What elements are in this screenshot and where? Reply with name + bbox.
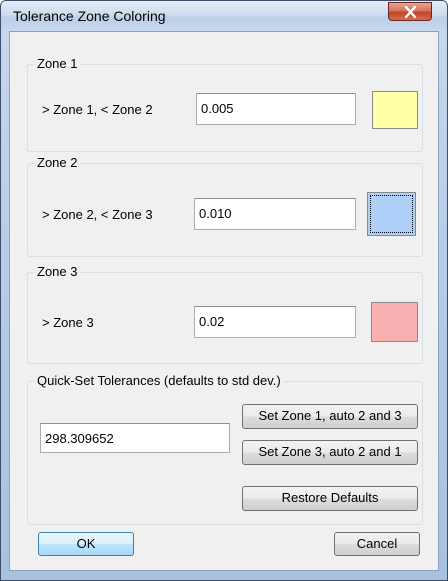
close-button[interactable] (388, 2, 432, 21)
zone1-group: Zone 1 > Zone 1, < Zone 2 0.005 (27, 56, 423, 152)
quickset-input[interactable]: 298.309652 (40, 423, 230, 453)
zone1-color-swatch[interactable] (372, 91, 418, 129)
zone3-group: Zone 3 > Zone 3 0.02 (27, 264, 423, 364)
quickset-legend: Quick-Set Tolerances (defaults to std de… (34, 373, 284, 388)
cancel-button[interactable]: Cancel (334, 532, 420, 556)
close-icon (404, 6, 417, 18)
restore-defaults-button[interactable]: Restore Defaults (242, 486, 418, 511)
zone1-label: > Zone 1, < Zone 2 (42, 102, 153, 117)
set-zone1-button[interactable]: Set Zone 1, auto 2 and 3 (242, 404, 418, 429)
dialog-client-area: Zone 1 > Zone 1, < Zone 2 0.005 Zone 2 >… (9, 31, 439, 571)
zone2-label: > Zone 2, < Zone 3 (42, 207, 153, 222)
zone2-legend: Zone 2 (34, 155, 81, 170)
ok-button[interactable]: OK (38, 532, 134, 556)
zone1-legend: Zone 1 (34, 56, 81, 71)
zone3-label: > Zone 3 (42, 315, 94, 330)
zone2-group: Zone 2 > Zone 2, < Zone 3 0.010 (27, 155, 423, 257)
title-bar[interactable]: Tolerance Zone Coloring (1, 1, 447, 31)
set-zone3-button[interactable]: Set Zone 3, auto 2 and 1 (242, 440, 418, 465)
zone2-input[interactable]: 0.010 (194, 198, 356, 230)
zone2-color-swatch[interactable] (367, 192, 416, 236)
dialog-window: Tolerance Zone Coloring Zone 1 > Zone 1,… (0, 0, 448, 581)
zone3-color-swatch[interactable] (371, 302, 418, 342)
zone3-legend: Zone 3 (34, 264, 81, 279)
zone3-input[interactable]: 0.02 (194, 306, 356, 338)
window-title: Tolerance Zone Coloring (13, 8, 166, 24)
zone1-input[interactable]: 0.005 (196, 93, 356, 125)
quickset-group: Quick-Set Tolerances (defaults to std de… (27, 373, 423, 525)
